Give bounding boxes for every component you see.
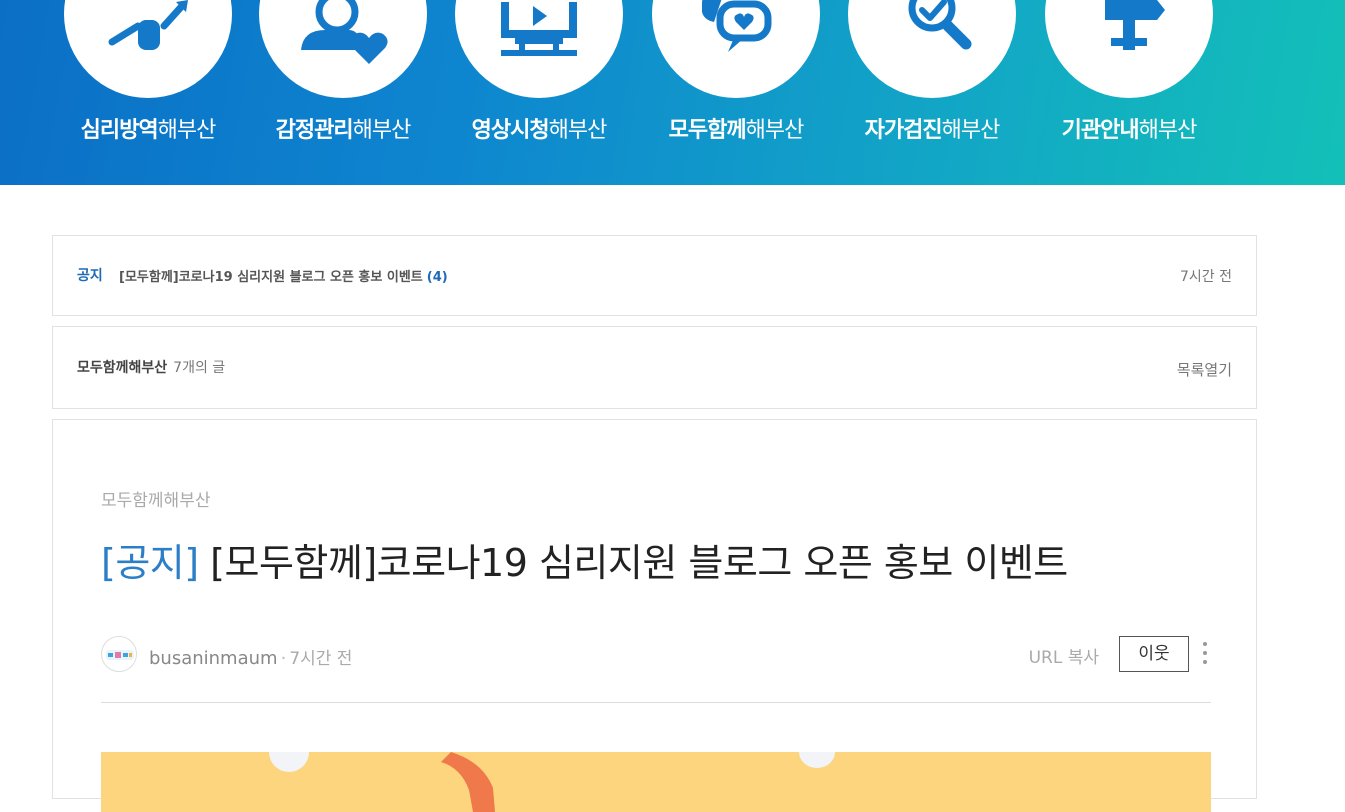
blog-logo-icon [106,650,134,660]
category-circle [259,0,427,98]
category-video-viewing[interactable]: 영상시청해부산 [455,0,623,185]
post-time: 7시간 전 [289,649,353,669]
category-list-name-group: 모두함께해부산 7개의 글 [77,357,225,377]
notice-comment-count: (4) [426,270,448,285]
category-circle [1045,0,1213,98]
category-post-count: 7개의 글 [173,360,226,376]
signpost-icon [1105,0,1165,50]
category-label: 심리방역해부산 [80,118,217,143]
category-self-diagnosis[interactable]: 자가검진해부산 [848,0,1016,185]
author-name[interactable]: busaninmaum [149,648,278,669]
category-circle [64,0,232,98]
meta-separator: · [280,648,287,669]
category-label: 기관안내해부산 [1061,118,1198,143]
category-banner: 심리방역해부산 감정관리해부산 영상시청해부산 모두함께해부산 자가검진해부산 … [0,0,1345,185]
post-title: [공지] [모두함께]코로나19 심리지원 블로그 오픈 홍보 이벤트 [101,532,1068,587]
add-neighbor-button[interactable]: 이웃 [1119,636,1189,672]
avatar[interactable] [101,636,137,672]
notice-time: 7시간 전 [1180,269,1232,285]
url-copy-button[interactable]: URL 복사 [1029,643,1099,668]
post-category-link[interactable]: 모두함께해부산 [101,486,210,511]
notice-tag: 공지 [77,268,103,284]
category-label: 자가검진해부산 [864,118,1001,143]
notice-bar[interactable]: 공지 [모두함께]코로나19 심리지원 블로그 오픈 홍보 이벤트 (4) 7시간… [52,235,1257,316]
open-list-button[interactable]: 목록열기 [1177,359,1232,380]
category-together[interactable]: 모두함께해부산 [652,0,820,185]
more-options-icon[interactable] [1199,640,1211,668]
post-image [101,752,1211,812]
magnifier-check-icon [908,0,972,50]
post-container: 모두함께해부산 [공지] [모두함께]코로나19 심리지원 블로그 오픈 홍보 … [52,419,1257,812]
author-info: busaninmaum · 7시간 전 [149,644,352,669]
notice-title: [모두함께]코로나19 심리지원 블로그 오픈 홍보 이벤트 [119,270,423,285]
category-label: 감정관리해부산 [275,118,412,143]
category-emotion-management[interactable]: 감정관리해부산 [259,0,427,185]
category-psychological-defense[interactable]: 심리방역해부산 [64,0,232,185]
chat-heart-icon [702,0,772,52]
divider [101,702,1211,703]
post-image-art [269,752,835,812]
post-title-prefix: [공지] [101,541,199,585]
notice-title-link[interactable]: [모두함께]코로나19 심리지원 블로그 오픈 홍보 이벤트 (4) [119,266,448,285]
category-list-bar: 모두함께해부산 7개의 글 목록열기 [52,326,1257,409]
category-agency-guide[interactable]: 기관안내해부산 [1045,0,1213,185]
category-circle [848,0,1016,98]
monitor-play-icon [501,2,577,56]
category-label: 모두함께해부산 [668,118,805,143]
category-label: 영상시청해부산 [471,118,608,143]
person-arrow-icon [108,0,188,50]
person-heart-icon [301,0,388,64]
category-circle [455,0,623,98]
post-title-text: [모두함께]코로나19 심리지원 블로그 오픈 홍보 이벤트 [210,541,1068,585]
post-meta: busaninmaum · 7시간 전 URL 복사 이웃 [101,636,1211,674]
category-circle [652,0,820,98]
category-list-name: 모두함께해부산 [77,360,168,376]
